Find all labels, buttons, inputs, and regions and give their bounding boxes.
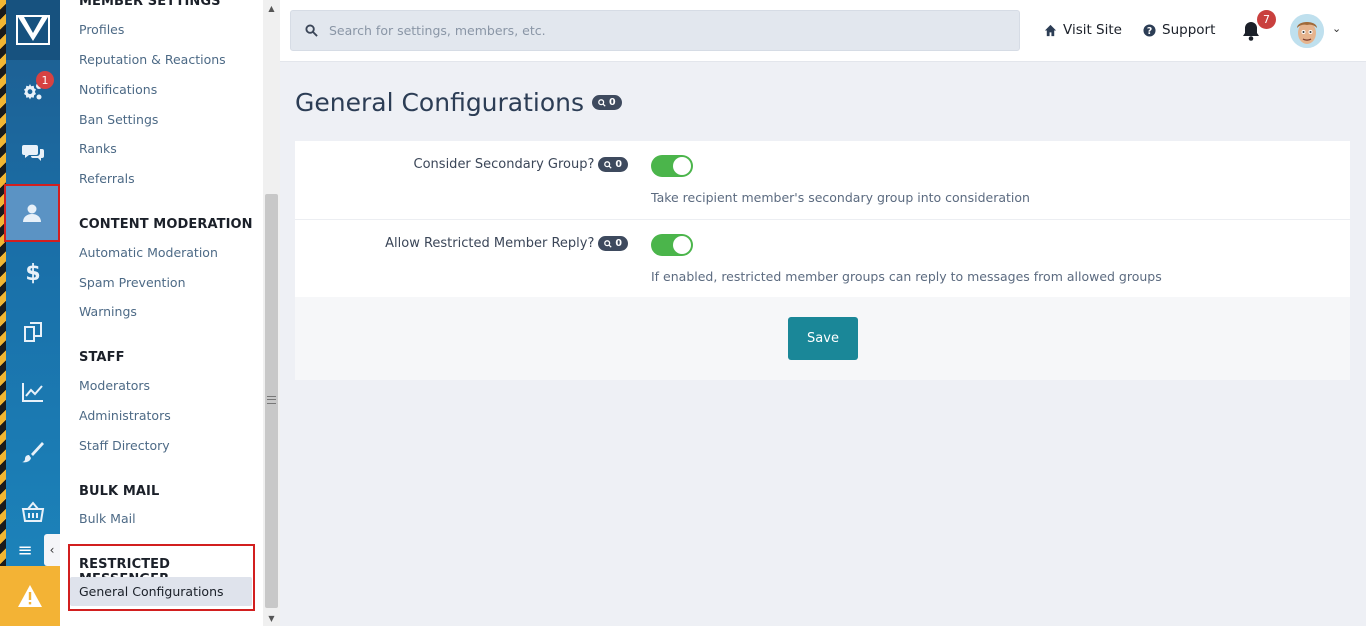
setting-search-pill[interactable]: 0 xyxy=(598,236,628,251)
secondary-group-toggle[interactable] xyxy=(651,155,693,177)
section-title-member-settings: MEMBER SETTINGS xyxy=(79,0,221,9)
members-icon[interactable] xyxy=(4,184,60,242)
sidebar-item-reputation[interactable]: Reputation & Reactions xyxy=(79,52,226,67)
rail-toggle: ≡ ‹ xyxy=(6,534,60,566)
page-title: General Configurations 0 xyxy=(295,88,622,117)
svg-text:?: ? xyxy=(1147,25,1152,36)
logo-icon[interactable] xyxy=(6,0,60,60)
scroll-down-arrow[interactable]: ▼ xyxy=(263,610,280,626)
setting-label-text: Allow Restricted Member Reply? xyxy=(385,236,595,251)
sidebar-item-spam-prevention[interactable]: Spam Prevention xyxy=(79,275,186,290)
sidebar-item-ranks[interactable]: Ranks xyxy=(79,141,117,156)
settings-badge: 1 xyxy=(36,71,54,89)
notification-badge: 7 xyxy=(1257,10,1276,29)
store-icon[interactable] xyxy=(6,483,60,541)
search-icon xyxy=(604,160,613,169)
setting-label: Consider Secondary Group? 0 xyxy=(414,157,628,172)
settings-form: Consider Secondary Group? 0 Take recipie… xyxy=(295,141,1350,380)
sidebar-item-staff-directory[interactable]: Staff Directory xyxy=(79,438,170,453)
search-input[interactable] xyxy=(329,11,1009,50)
sidebar-item-referrals[interactable]: Referrals xyxy=(79,171,135,186)
setting-search-count: 0 xyxy=(615,159,622,170)
sidebar-item-profiles[interactable]: Profiles xyxy=(79,22,124,37)
sidebar-item-automatic-moderation[interactable]: Automatic Moderation xyxy=(79,245,218,260)
icon-rail: 1 $ ≡ ‹ xyxy=(0,0,60,626)
setting-description: Take recipient member's secondary group … xyxy=(651,190,1030,205)
chevron-down-icon[interactable]: ⌄ xyxy=(1332,22,1341,35)
setting-search-pill[interactable]: 0 xyxy=(598,157,628,172)
setting-row: Allow Restricted Member Reply? 0 If enab… xyxy=(295,219,1350,297)
section-title-staff: STAFF xyxy=(79,350,125,365)
page-title-text: General Configurations xyxy=(295,88,585,117)
section-title-bulk-mail: BULK MAIL xyxy=(79,484,160,499)
search-icon xyxy=(305,24,318,37)
main-content: General Configurations 0 Consider Second… xyxy=(280,62,1366,626)
form-footer: Save xyxy=(295,297,1350,380)
top-header: Visit Site ? Support 7 ⌄ xyxy=(280,0,1366,62)
stats-icon[interactable] xyxy=(6,363,60,421)
svg-text:$: $ xyxy=(25,261,40,284)
toggle-knob xyxy=(673,157,691,175)
sidebar-item-bulk-mail[interactable]: Bulk Mail xyxy=(79,511,136,526)
settings-icon[interactable]: 1 xyxy=(6,63,60,121)
app-window: 1 $ ≡ ‹ MEMBER SETTINGS Profiles Reputat… xyxy=(0,0,1366,626)
brush-icon[interactable] xyxy=(6,423,60,481)
support-label: Support xyxy=(1162,22,1216,38)
avatar[interactable] xyxy=(1290,14,1324,48)
save-button[interactable]: Save xyxy=(788,317,858,360)
pages-icon[interactable] xyxy=(6,303,60,361)
section-title-content-moderation: CONTENT MODERATION xyxy=(79,217,253,232)
search-icon xyxy=(598,98,606,107)
visit-site-label: Visit Site xyxy=(1063,22,1122,38)
search-box[interactable] xyxy=(290,10,1020,51)
search-icon xyxy=(604,239,613,248)
setting-description: If enabled, restricted member groups can… xyxy=(651,269,1162,284)
chat-icon[interactable] xyxy=(6,123,60,181)
scroll-grip-icon xyxy=(267,396,276,404)
title-search-count: 0 xyxy=(609,97,616,108)
sidebar-item-ban-settings[interactable]: Ban Settings xyxy=(79,112,158,127)
sidebar-item-moderators[interactable]: Moderators xyxy=(79,378,150,393)
collapse-sidebar-button[interactable]: ‹ xyxy=(44,534,60,566)
setting-label: Allow Restricted Member Reply? 0 xyxy=(385,236,628,251)
title-search-pill[interactable]: 0 xyxy=(592,95,622,110)
dollar-icon[interactable]: $ xyxy=(6,243,60,301)
question-icon: ? xyxy=(1143,23,1156,36)
restricted-reply-toggle[interactable] xyxy=(651,234,693,256)
setting-label-text: Consider Secondary Group? xyxy=(413,157,595,172)
warning-icon[interactable] xyxy=(0,566,60,626)
menu-icon[interactable]: ≡ xyxy=(6,540,44,561)
sidebar-item-administrators[interactable]: Administrators xyxy=(79,408,171,423)
sidebar-scrollbar[interactable]: ▲ ▼ xyxy=(263,0,280,626)
support-link[interactable]: ? Support xyxy=(1143,22,1215,38)
home-icon xyxy=(1044,24,1057,36)
setting-search-count: 0 xyxy=(615,238,622,249)
setting-row: Consider Secondary Group? 0 Take recipie… xyxy=(295,141,1350,219)
toggle-knob xyxy=(673,236,691,254)
sidebar-item-warnings[interactable]: Warnings xyxy=(79,304,137,319)
visit-site-link[interactable]: Visit Site xyxy=(1044,22,1122,38)
highlight-box xyxy=(68,544,255,611)
sidebar-item-notifications[interactable]: Notifications xyxy=(79,82,157,97)
scroll-up-arrow[interactable]: ▲ xyxy=(263,0,280,16)
settings-sidebar: MEMBER SETTINGS Profiles Reputation & Re… xyxy=(60,0,263,626)
